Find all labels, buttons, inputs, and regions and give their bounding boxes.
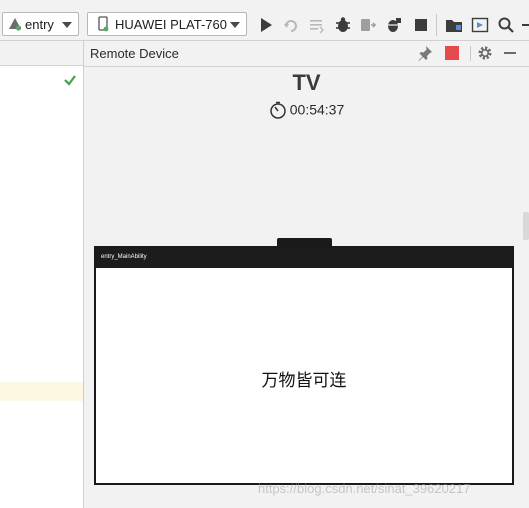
stop-remote-icon[interactable]: [444, 45, 460, 61]
stop-icon[interactable]: [412, 16, 430, 34]
tv-app-titlebar: entry_MainAbility: [96, 248, 512, 268]
search-icon[interactable]: [497, 16, 515, 34]
device-name: TV: [292, 70, 321, 95]
main-toolbar: entry HUAWEI PLAT-760: [0, 0, 529, 41]
device-select[interactable]: HUAWEI PLAT-760: [87, 12, 247, 36]
module-icon: [9, 18, 22, 31]
chevron-down-icon: [230, 22, 240, 28]
device-manager-icon[interactable]: [471, 16, 489, 34]
folder-icon[interactable]: [445, 16, 463, 34]
attach-debugger-icon[interactable]: [359, 16, 377, 34]
more-icon[interactable]: [520, 16, 529, 34]
tv-body-text: 万物皆可连: [261, 371, 347, 391]
device-select-label: HUAWEI PLAT-760: [115, 17, 227, 32]
tv-app-title: entry_MainAbility: [101, 254, 147, 260]
toolbar-separator: [436, 14, 437, 36]
run-icon[interactable]: [257, 16, 275, 34]
watermark: https://blog.csdn.net/sinat_39620217: [258, 481, 471, 496]
check-icon: [64, 75, 76, 86]
gear-icon[interactable]: [477, 45, 493, 61]
chevron-down-icon: [62, 22, 72, 28]
tv-screen[interactable]: entry_MainAbility 万物皆可连: [94, 246, 514, 485]
remote-device-header: Remote Device: [84, 41, 529, 67]
scrollbar-handle[interactable]: [523, 212, 529, 240]
highlighted-line: [0, 382, 83, 401]
stopwatch-icon: [270, 101, 286, 119]
module-select[interactable]: entry: [2, 12, 79, 36]
left-panel-header: [0, 41, 83, 66]
left-side-panel: [0, 41, 84, 508]
debug-icon[interactable]: [334, 16, 352, 34]
profile-icon[interactable]: [385, 16, 403, 34]
apply-changes-icon[interactable]: [282, 16, 300, 34]
pin-icon[interactable]: [417, 45, 433, 61]
minimize-icon[interactable]: [502, 45, 518, 61]
module-select-label: entry: [25, 17, 54, 32]
header-separator: [470, 46, 471, 61]
ide-window: entry HUAWEI PLAT-760 Remote Device TV 0…: [0, 0, 529, 508]
apply-code-changes-icon[interactable]: [308, 16, 326, 34]
session-time: 00:54:37: [289, 101, 345, 118]
session-timer: 00:54:37: [84, 99, 529, 119]
panel-title: Remote Device: [90, 46, 179, 61]
phone-icon: [98, 16, 109, 32]
